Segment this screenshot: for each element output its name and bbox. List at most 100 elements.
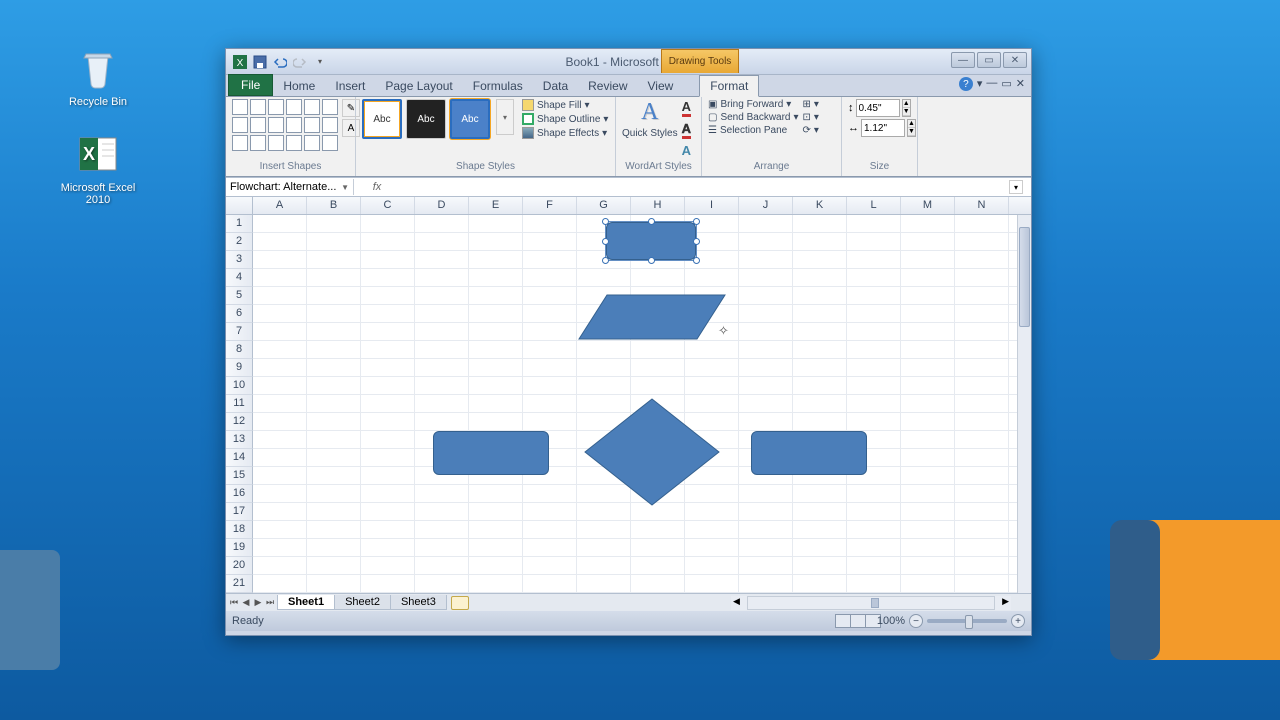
shape-effects-button[interactable]: Shape Effects ▾ bbox=[522, 127, 608, 139]
col-header[interactable]: N bbox=[955, 197, 1009, 214]
workbook-minimize-icon[interactable]: — bbox=[986, 77, 997, 91]
col-header[interactable]: L bbox=[847, 197, 901, 214]
tab-review[interactable]: Review bbox=[578, 76, 637, 96]
col-header[interactable]: G bbox=[577, 197, 631, 214]
col-header[interactable]: J bbox=[739, 197, 793, 214]
tab-format[interactable]: Format bbox=[699, 75, 759, 97]
row-header[interactable]: 18 bbox=[226, 521, 253, 539]
chevron-down-icon[interactable]: ▼ bbox=[341, 183, 349, 192]
tab-page-layout[interactable]: Page Layout bbox=[375, 76, 462, 96]
zoom-slider[interactable] bbox=[927, 619, 1007, 623]
shape-outline-button[interactable]: Shape Outline ▾ bbox=[522, 113, 608, 125]
row-header[interactable]: 20 bbox=[226, 557, 253, 575]
col-header[interactable]: K bbox=[793, 197, 847, 214]
title-bar[interactable]: X ▾ Book1 - Microsoft Excel Drawing Tool… bbox=[226, 49, 1031, 75]
row-header[interactable]: 17 bbox=[226, 503, 253, 521]
help-icon[interactable]: ? bbox=[959, 77, 973, 91]
row-header[interactable]: 2 bbox=[226, 233, 253, 251]
shapes-gallery[interactable] bbox=[232, 99, 338, 151]
row-header[interactable]: 13 bbox=[226, 431, 253, 449]
group-button[interactable]: ⊡▾ bbox=[803, 112, 819, 123]
shape-style-2[interactable]: Abc bbox=[406, 99, 446, 139]
col-header[interactable]: F bbox=[523, 197, 577, 214]
shape-width-input[interactable] bbox=[861, 119, 905, 137]
tab-data[interactable]: Data bbox=[533, 76, 578, 96]
expand-formula-bar-icon[interactable]: ▾ bbox=[1009, 180, 1023, 194]
close-button[interactable]: ✕ bbox=[1003, 52, 1027, 68]
redo-icon[interactable] bbox=[292, 54, 308, 70]
row-header[interactable]: 21 bbox=[226, 575, 253, 593]
row-header[interactable]: 11 bbox=[226, 395, 253, 413]
workbook-restore-icon[interactable]: ▭ bbox=[1001, 77, 1011, 91]
text-effects-icon[interactable]: A bbox=[682, 143, 691, 158]
shape-rounded-rect-left[interactable] bbox=[433, 431, 549, 475]
row-header[interactable]: 1 bbox=[226, 215, 253, 233]
workbook-close-icon[interactable]: ✕ bbox=[1016, 77, 1025, 91]
tab-home[interactable]: Home bbox=[273, 76, 325, 96]
normal-view-button[interactable] bbox=[835, 614, 851, 628]
row-header[interactable]: 6 bbox=[226, 305, 253, 323]
cells-area[interactable]: ✧ bbox=[253, 215, 1017, 593]
horizontal-scrollbar[interactable]: ◀ ▶ bbox=[731, 596, 1011, 610]
col-header[interactable]: H bbox=[631, 197, 685, 214]
align-button[interactable]: ⊞▾ bbox=[803, 99, 819, 110]
first-sheet-icon[interactable]: ⏮ bbox=[228, 597, 240, 608]
row-header[interactable]: 4 bbox=[226, 269, 253, 287]
width-spinner[interactable]: ▲▼ bbox=[907, 119, 916, 137]
tab-file[interactable]: File bbox=[228, 74, 273, 96]
qat-customize-icon[interactable]: ▾ bbox=[312, 54, 328, 70]
zoom-out-button[interactable]: − bbox=[909, 614, 923, 628]
scroll-left-icon[interactable]: ◀ bbox=[733, 596, 740, 607]
next-sheet-icon[interactable]: ▶ bbox=[252, 597, 264, 608]
text-outline-icon[interactable]: A bbox=[682, 121, 691, 139]
col-header[interactable]: I bbox=[685, 197, 739, 214]
shape-parallelogram[interactable] bbox=[577, 293, 727, 341]
page-layout-view-button[interactable] bbox=[850, 614, 866, 628]
row-header[interactable]: 12 bbox=[226, 413, 253, 431]
col-header[interactable]: D bbox=[415, 197, 469, 214]
maximize-button[interactable]: ▭ bbox=[977, 52, 1001, 68]
row-header[interactable]: 15 bbox=[226, 467, 253, 485]
name-box[interactable]: Flowchart: Alternate...▼ bbox=[226, 179, 354, 195]
sheet-tab-1[interactable]: Sheet1 bbox=[277, 595, 335, 610]
select-all-corner[interactable] bbox=[226, 197, 253, 214]
wordart-quick-styles[interactable]: A bbox=[641, 99, 658, 126]
col-header[interactable]: B bbox=[307, 197, 361, 214]
shape-rounded-rect-right[interactable] bbox=[751, 431, 867, 475]
row-header[interactable]: 16 bbox=[226, 485, 253, 503]
tab-insert[interactable]: Insert bbox=[325, 76, 375, 96]
selection-pane-button[interactable]: ☰Selection Pane bbox=[708, 125, 799, 136]
send-backward-button[interactable]: ▢Send Backward ▾ bbox=[708, 112, 799, 123]
row-header[interactable]: 5 bbox=[226, 287, 253, 305]
fx-icon[interactable]: fx bbox=[365, 181, 390, 193]
zoom-level[interactable]: 100% bbox=[877, 615, 905, 627]
sheet-tab-3[interactable]: Sheet3 bbox=[390, 595, 447, 610]
minimize-button[interactable]: — bbox=[951, 52, 975, 68]
shape-styles-more-icon[interactable]: ▾ bbox=[496, 99, 514, 135]
undo-icon[interactable] bbox=[272, 54, 288, 70]
shape-diamond[interactable] bbox=[583, 397, 721, 507]
row-header[interactable]: 9 bbox=[226, 359, 253, 377]
scroll-right-icon[interactable]: ▶ bbox=[1002, 596, 1009, 607]
col-header[interactable]: E bbox=[469, 197, 523, 214]
save-icon[interactable] bbox=[252, 54, 268, 70]
shape-style-3[interactable]: Abc bbox=[450, 99, 490, 139]
vertical-scrollbar[interactable] bbox=[1017, 215, 1031, 593]
row-header[interactable]: 19 bbox=[226, 539, 253, 557]
row-header[interactable]: 8 bbox=[226, 341, 253, 359]
height-spinner[interactable]: ▲▼ bbox=[902, 99, 912, 117]
row-header[interactable]: 7 bbox=[226, 323, 253, 341]
shape-style-1[interactable]: Abc bbox=[362, 99, 402, 139]
tab-view[interactable]: View bbox=[638, 76, 684, 96]
bring-forward-button[interactable]: ▣Bring Forward ▾ bbox=[708, 99, 799, 110]
prev-sheet-icon[interactable]: ◀ bbox=[240, 597, 252, 608]
zoom-in-button[interactable]: + bbox=[1011, 614, 1025, 628]
new-sheet-button[interactable] bbox=[451, 596, 469, 610]
rotate-button[interactable]: ⟳▾ bbox=[803, 125, 819, 136]
row-header[interactable]: 3 bbox=[226, 251, 253, 269]
text-fill-icon[interactable]: A bbox=[682, 99, 691, 117]
minimize-ribbon-icon[interactable]: ▾ bbox=[977, 77, 983, 91]
shape-height-input[interactable] bbox=[856, 99, 900, 117]
recycle-bin-icon[interactable]: Recycle Bin bbox=[60, 44, 136, 108]
row-header[interactable]: 14 bbox=[226, 449, 253, 467]
